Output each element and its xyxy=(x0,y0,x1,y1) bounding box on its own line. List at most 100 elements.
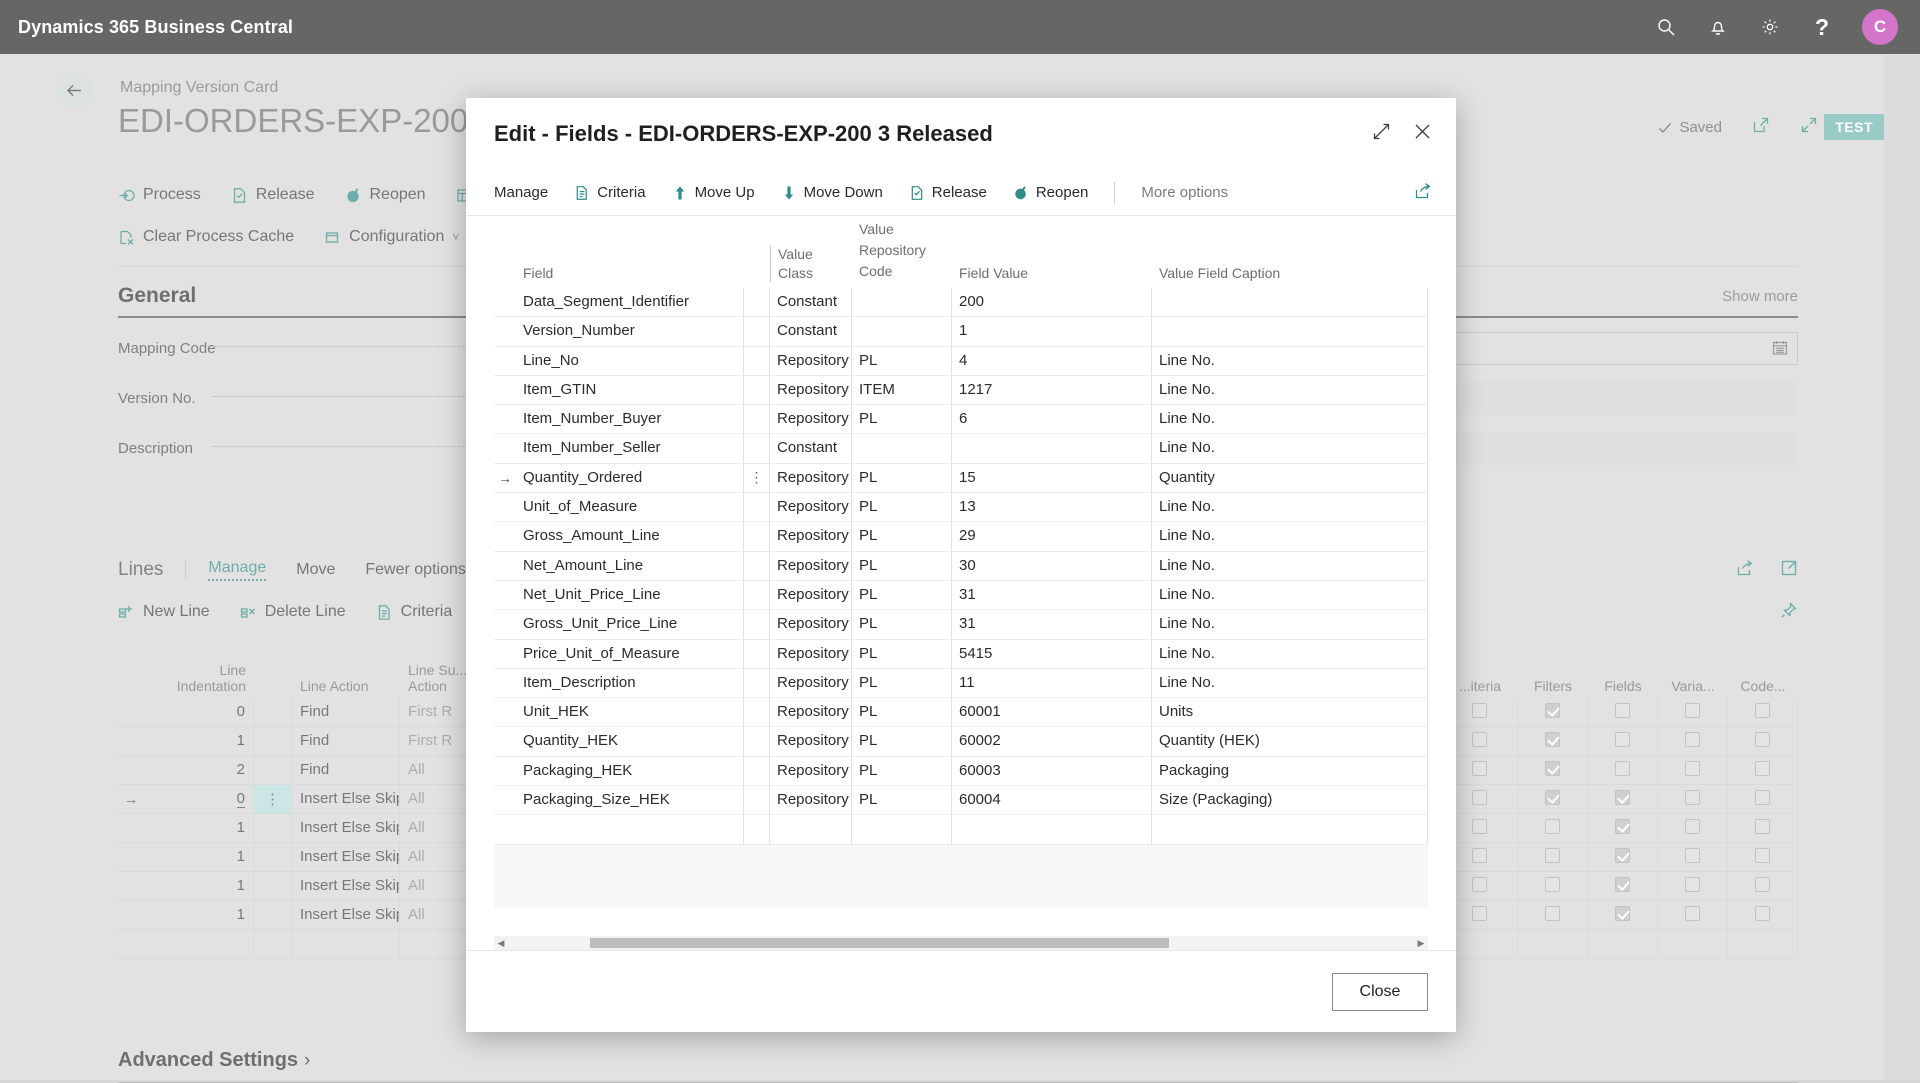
table-row[interactable]: Price_Unit_of_MeasureRepositoryPL5415Lin… xyxy=(494,640,1428,669)
cell-field-value[interactable]: 13 xyxy=(952,493,1152,521)
cell-caption[interactable]: Line No. xyxy=(1152,434,1428,462)
move-down-button[interactable]: Move Down xyxy=(781,184,883,201)
cell-repo-code[interactable]: PL xyxy=(852,786,952,814)
cell-value-class[interactable]: Repository xyxy=(770,522,852,550)
cell-field-value[interactable] xyxy=(952,434,1152,462)
cell-field-value[interactable]: 29 xyxy=(952,522,1152,550)
cell-repo-code[interactable]: PL xyxy=(852,347,952,375)
dialog-criteria-button[interactable]: Criteria xyxy=(574,184,645,201)
horizontal-scrollbar[interactable]: ◀ ▶ xyxy=(494,936,1428,950)
table-row[interactable]: →Quantity_Ordered⋮RepositoryPL15Quantity xyxy=(494,464,1428,493)
cell-field-value[interactable]: 15 xyxy=(952,464,1152,492)
cell-caption[interactable]: Packaging xyxy=(1152,757,1428,785)
cell-repo-code[interactable]: PL xyxy=(852,493,952,521)
cell-field-value[interactable]: 30 xyxy=(952,552,1152,580)
cell-field[interactable]: Quantity_HEK xyxy=(516,727,744,755)
cell-repo-code[interactable]: PL xyxy=(852,581,952,609)
cell-field-value[interactable] xyxy=(952,815,1152,843)
cell-field-value[interactable]: 11 xyxy=(952,669,1152,697)
cell-field[interactable]: Packaging_HEK xyxy=(516,757,744,785)
dialog-reopen-button[interactable]: Reopen xyxy=(1013,184,1089,201)
cell-value-class[interactable]: Repository xyxy=(770,376,852,404)
cell-caption[interactable]: Line No. xyxy=(1152,610,1428,638)
row-menu-icon[interactable] xyxy=(744,347,770,375)
cell-field[interactable]: Net_Unit_Price_Line xyxy=(516,581,744,609)
table-row[interactable] xyxy=(494,815,1428,844)
cell-field-value[interactable]: 1217 xyxy=(952,376,1152,404)
row-menu-icon[interactable] xyxy=(744,493,770,521)
cell-value-class[interactable]: Repository xyxy=(770,669,852,697)
cell-field-value[interactable]: 60003 xyxy=(952,757,1152,785)
cell-field-value[interactable]: 6 xyxy=(952,405,1152,433)
table-row[interactable]: Unit_of_MeasureRepositoryPL13Line No. xyxy=(494,493,1428,522)
close-icon[interactable] xyxy=(1413,122,1432,146)
cell-repo-code[interactable] xyxy=(852,288,952,316)
cell-caption[interactable]: Quantity (HEK) xyxy=(1152,727,1428,755)
cell-repo-code[interactable] xyxy=(852,434,952,462)
table-row[interactable]: Gross_Amount_LineRepositoryPL29Line No. xyxy=(494,522,1428,551)
cell-value-class[interactable]: Repository xyxy=(770,727,852,755)
table-row[interactable]: Unit_HEKRepositoryPL60001Units xyxy=(494,698,1428,727)
cell-field[interactable]: Unit_of_Measure xyxy=(516,493,744,521)
cell-value-class[interactable]: Repository xyxy=(770,786,852,814)
more-options-button[interactable]: More options xyxy=(1141,184,1228,201)
cell-value-class[interactable]: Repository xyxy=(770,347,852,375)
cell-field[interactable]: Item_Number_Seller xyxy=(516,434,744,462)
row-menu-icon[interactable] xyxy=(744,376,770,404)
cell-field-value[interactable]: 200 xyxy=(952,288,1152,316)
cell-field[interactable]: Gross_Unit_Price_Line xyxy=(516,610,744,638)
cell-field[interactable]: Net_Amount_Line xyxy=(516,552,744,580)
cell-caption[interactable]: Quantity xyxy=(1152,464,1428,492)
table-row[interactable]: Item_Number_BuyerRepositoryPL6Line No. xyxy=(494,405,1428,434)
close-button[interactable]: Close xyxy=(1332,973,1428,1011)
row-menu-icon[interactable] xyxy=(744,698,770,726)
cell-value-class[interactable]: Constant xyxy=(770,434,852,462)
table-row[interactable]: Gross_Unit_Price_LineRepositoryPL31Line … xyxy=(494,610,1428,639)
table-row[interactable]: Quantity_HEK RepositoryPL60002Quantity (H… xyxy=(494,727,1428,756)
cell-caption[interactable]: Line No. xyxy=(1152,669,1428,697)
table-row[interactable]: Item_GTINRepositoryITEM1217Line No. xyxy=(494,376,1428,405)
cell-value-class[interactable]: Repository xyxy=(770,581,852,609)
table-row[interactable]: Packaging_HEKRepositoryPL60003Packaging xyxy=(494,757,1428,786)
scrollbar-thumb[interactable] xyxy=(590,938,1170,948)
table-row[interactable]: Item_DescriptionRepositoryPL11Line No. xyxy=(494,669,1428,698)
cell-field-value[interactable]: 4 xyxy=(952,347,1152,375)
cell-repo-code[interactable] xyxy=(852,317,952,345)
cell-caption[interactable]: Size (Packaging) xyxy=(1152,786,1428,814)
cell-caption[interactable] xyxy=(1152,288,1428,316)
cell-repo-code[interactable]: PL xyxy=(852,669,952,697)
expand-icon[interactable] xyxy=(1372,122,1391,146)
cell-field[interactable]: Packaging_Size_HEK xyxy=(516,786,744,814)
cell-caption[interactable]: Line No. xyxy=(1152,581,1428,609)
cell-repo-code[interactable]: PL xyxy=(852,610,952,638)
cell-repo-code[interactable]: ITEM xyxy=(852,376,952,404)
cell-field-value[interactable]: 31 xyxy=(952,581,1152,609)
cell-field[interactable]: Data_Segment_Identifier xyxy=(516,288,744,316)
cell-caption[interactable]: Line No. xyxy=(1152,405,1428,433)
row-menu-icon[interactable] xyxy=(744,552,770,580)
move-up-button[interactable]: Move Up xyxy=(672,184,755,201)
cell-value-class[interactable]: Repository xyxy=(770,698,852,726)
row-menu-icon[interactable] xyxy=(744,581,770,609)
cell-field-value[interactable]: 1 xyxy=(952,317,1152,345)
row-menu-icon[interactable] xyxy=(744,288,770,316)
row-menu-icon[interactable] xyxy=(744,434,770,462)
cell-caption[interactable]: Units xyxy=(1152,698,1428,726)
cell-field[interactable]: Quantity_Ordered xyxy=(516,464,744,492)
cell-caption[interactable] xyxy=(1152,815,1428,843)
cell-caption[interactable]: Line No. xyxy=(1152,552,1428,580)
dialog-release-button[interactable]: Release xyxy=(909,184,987,201)
cell-repo-code[interactable]: PL xyxy=(852,727,952,755)
table-row[interactable]: Version_NumberConstant1 xyxy=(494,317,1428,346)
row-menu-icon[interactable] xyxy=(744,317,770,345)
cell-value-class[interactable]: Repository xyxy=(770,464,852,492)
row-menu-icon[interactable]: ⋮ xyxy=(744,464,770,492)
share-icon[interactable] xyxy=(1414,182,1432,204)
row-menu-icon[interactable] xyxy=(744,786,770,814)
scroll-left-icon[interactable]: ◀ xyxy=(494,938,508,949)
cell-repo-code[interactable]: PL xyxy=(852,640,952,668)
cell-field[interactable]: Item_GTIN xyxy=(516,376,744,404)
table-row[interactable]: Net_Unit_Price_Line RepositoryPL31Line No… xyxy=(494,581,1428,610)
cell-field-value[interactable]: 60002 xyxy=(952,727,1152,755)
cell-field[interactable]: Item_Number_Buyer xyxy=(516,405,744,433)
